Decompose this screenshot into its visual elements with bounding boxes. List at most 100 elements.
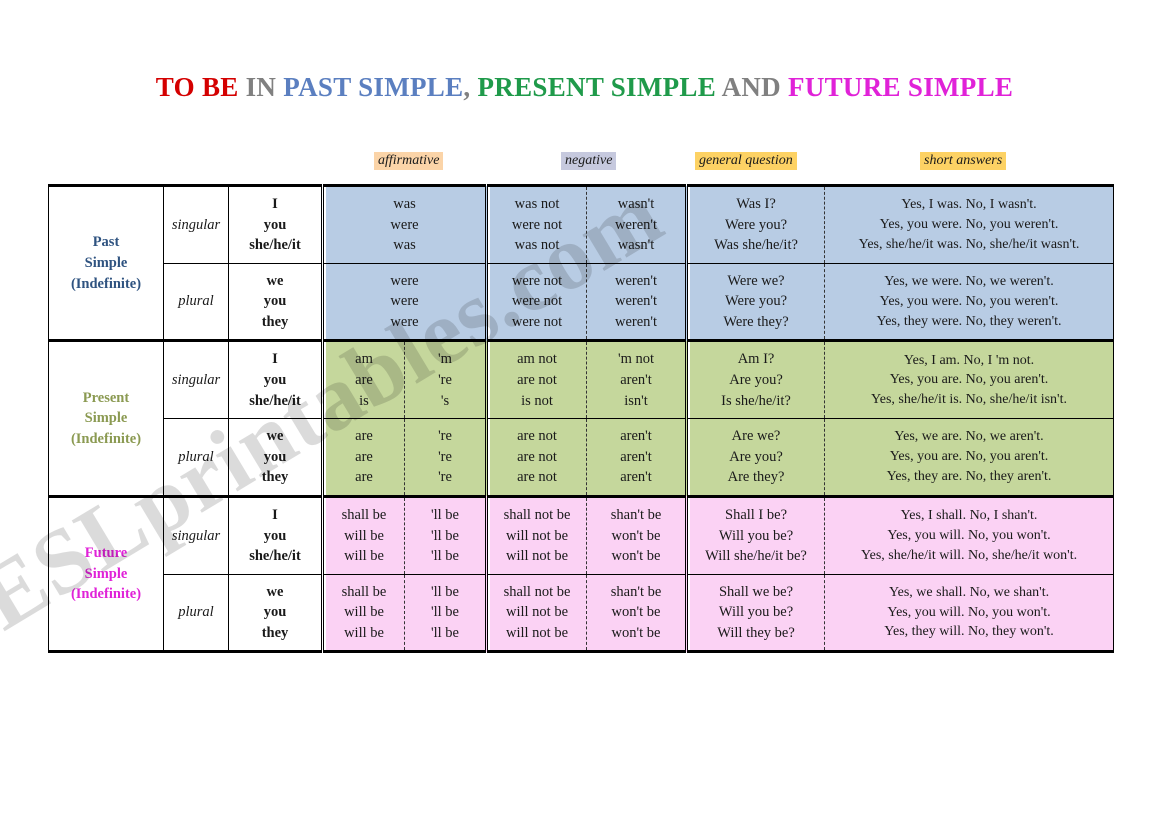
cell-line: shall be bbox=[341, 506, 387, 523]
cell-line: are not bbox=[517, 448, 557, 465]
cell-line: won't be bbox=[611, 604, 661, 621]
general-question-cell: Were we? Were you? Were they? bbox=[685, 262, 826, 343]
table-row: plural we you they are are are 're 're 're are not… bbox=[49, 418, 1115, 498]
negative-full-cell: was not were not was not bbox=[485, 184, 588, 264]
cell-line: weren't bbox=[614, 272, 658, 289]
cell-line: 'll be bbox=[431, 527, 459, 544]
cell-line: shall not be bbox=[503, 583, 571, 600]
cell-line: will be bbox=[344, 548, 384, 565]
cell-line: Were you? bbox=[724, 216, 788, 233]
title-part-3: , bbox=[463, 72, 478, 102]
cell-line: Was she/he/it? bbox=[714, 237, 798, 254]
cell-line: 'll be bbox=[431, 548, 459, 565]
cell-line: Yes, they are. No, they aren't. bbox=[886, 469, 1052, 484]
column-header-band: affirmative negative general question short… bbox=[0, 152, 1169, 174]
cell-line: Will you be? bbox=[718, 604, 794, 621]
cell-line: Yes, you are. No, you aren't. bbox=[889, 372, 1049, 388]
cell-line: Yes, they were. No, they weren't. bbox=[876, 313, 1062, 329]
cell-line: Yes, she/he/it is. No, she/he/it isn't. bbox=[871, 392, 1067, 408]
short-answers-cell: Yes, I shall. No, I shan't. Yes, you will… bbox=[824, 494, 1115, 575]
cell-line: Will she/he/it be? bbox=[705, 548, 807, 565]
cell-line: weren't bbox=[614, 216, 658, 233]
cell-line: are not bbox=[517, 469, 557, 486]
table-row: plural we you they were were were were not were … bbox=[49, 262, 1115, 343]
cell-line: Present bbox=[82, 389, 130, 406]
cell-line: 'm bbox=[438, 351, 452, 368]
cell-line: Are you? bbox=[729, 372, 783, 389]
cell-line: plural bbox=[178, 448, 214, 465]
verb-conjugation-table: Past Simple (Indefinite) singular Iyou she/he… bbox=[48, 183, 1115, 654]
pronoun-cell: Iyou she/he/it bbox=[228, 339, 323, 420]
cell-line: Was I? bbox=[736, 196, 776, 212]
cell-line: singular bbox=[171, 216, 221, 233]
cell-line: plural bbox=[178, 604, 214, 621]
cell-line: 're bbox=[438, 372, 452, 389]
cell-line: 'll be bbox=[431, 624, 459, 641]
cell-line: was bbox=[393, 196, 416, 212]
cell-line: Yes, you will. No, you won't. bbox=[887, 527, 1051, 543]
cell-line: you bbox=[263, 604, 287, 621]
page-title: TO BE IN PAST SIMPLE, PRESENT SIMPLE AND… bbox=[0, 72, 1169, 103]
cell-line: Were we? bbox=[727, 272, 785, 289]
cell-line: wasn't bbox=[617, 237, 655, 254]
cell-line: 're bbox=[438, 469, 452, 486]
affirmative-cell: was were was bbox=[320, 184, 488, 264]
cell-line: Is she/he/it? bbox=[721, 392, 791, 409]
cell-line: Yes, she/he/it was. No, she/he/it wasn't… bbox=[858, 236, 1080, 252]
cell-line: are bbox=[355, 469, 373, 486]
tense-label-past: Past Simple (Indefinite) bbox=[48, 183, 164, 343]
negative-short-cell: weren't weren't weren't bbox=[586, 262, 688, 343]
cell-line: singular bbox=[171, 527, 221, 544]
negative-full-cell: shall not be will not be will not be bbox=[485, 494, 588, 575]
cell-line: we bbox=[266, 272, 284, 289]
cell-line: am not bbox=[517, 351, 557, 368]
cell-line: Were they? bbox=[723, 313, 789, 330]
cell-line: Simple bbox=[84, 410, 128, 427]
cell-line: Yes, I was. No, I wasn't. bbox=[901, 197, 1037, 213]
tense-label-present: Present Simple (Indefinite) bbox=[48, 339, 164, 498]
cell-line: Am I? bbox=[737, 351, 775, 368]
cell-line: will not be bbox=[506, 604, 569, 621]
title-part-5: AND bbox=[716, 72, 789, 102]
cell-line: Yes, we were. No, we weren't. bbox=[884, 273, 1054, 289]
cell-line: Yes, you were. No, you weren't. bbox=[879, 293, 1059, 309]
cell-line: Simple bbox=[84, 254, 128, 271]
cell-line: shan't be bbox=[610, 583, 662, 600]
cell-line: plural bbox=[178, 293, 214, 310]
short-answers-cell: Yes, we are. No, we aren't. Yes, you are.… bbox=[824, 418, 1115, 498]
cell-line: Are we? bbox=[731, 428, 781, 445]
cell-line: Yes, I am. No, I 'm not. bbox=[903, 352, 1035, 368]
cell-line: aren't bbox=[620, 469, 652, 486]
cell-line: are bbox=[355, 448, 373, 465]
table-row: Present Simple (Indefinite) singular Iyou she… bbox=[48, 339, 1115, 498]
affirmative-cell: were were were bbox=[320, 262, 488, 343]
cell-line: are not bbox=[517, 428, 557, 445]
cell-line: were bbox=[390, 272, 419, 289]
cell-line: are bbox=[355, 372, 373, 389]
cell-line: are not bbox=[517, 372, 557, 389]
tense-label-future: Future Simple (Indefinite) bbox=[48, 494, 164, 654]
cell-line: won't be bbox=[611, 548, 661, 565]
number-cell-singular: singular bbox=[163, 184, 229, 264]
cell-line: Simple bbox=[84, 565, 128, 582]
affirmative-short-cell: 'll be 'll be 'll be bbox=[404, 573, 488, 654]
number-cell-plural: plural bbox=[163, 418, 229, 498]
cell-line: you bbox=[263, 293, 287, 310]
affirmative-full-cell: are are are bbox=[321, 418, 405, 498]
cell-line: were bbox=[390, 216, 419, 233]
cell-line: weren't bbox=[614, 293, 658, 310]
negative-short-cell: 'm not aren't isn't bbox=[586, 339, 688, 420]
cell-line: Yes, I shall. No, I shan't. bbox=[900, 507, 1038, 523]
cell-line: they bbox=[261, 469, 289, 486]
cell-line: won't be bbox=[611, 527, 661, 544]
cell-line: 'll be bbox=[431, 583, 459, 600]
short-answers-cell: Yes, we shall. No, we shan't. Yes, you wi… bbox=[824, 573, 1115, 654]
short-answers-cell: Yes, I am. No, I 'm not. Yes, you are. No… bbox=[824, 339, 1115, 420]
cell-line: you bbox=[263, 448, 287, 465]
cell-line: will be bbox=[344, 604, 384, 621]
pronoun-cell: we you they bbox=[228, 418, 323, 498]
short-answers-cell: Yes, I was. No, I wasn't. Yes, you were. … bbox=[824, 184, 1115, 264]
cell-line: aren't bbox=[620, 372, 652, 389]
cell-line: was not bbox=[514, 196, 560, 212]
cell-line: will not be bbox=[506, 624, 569, 641]
